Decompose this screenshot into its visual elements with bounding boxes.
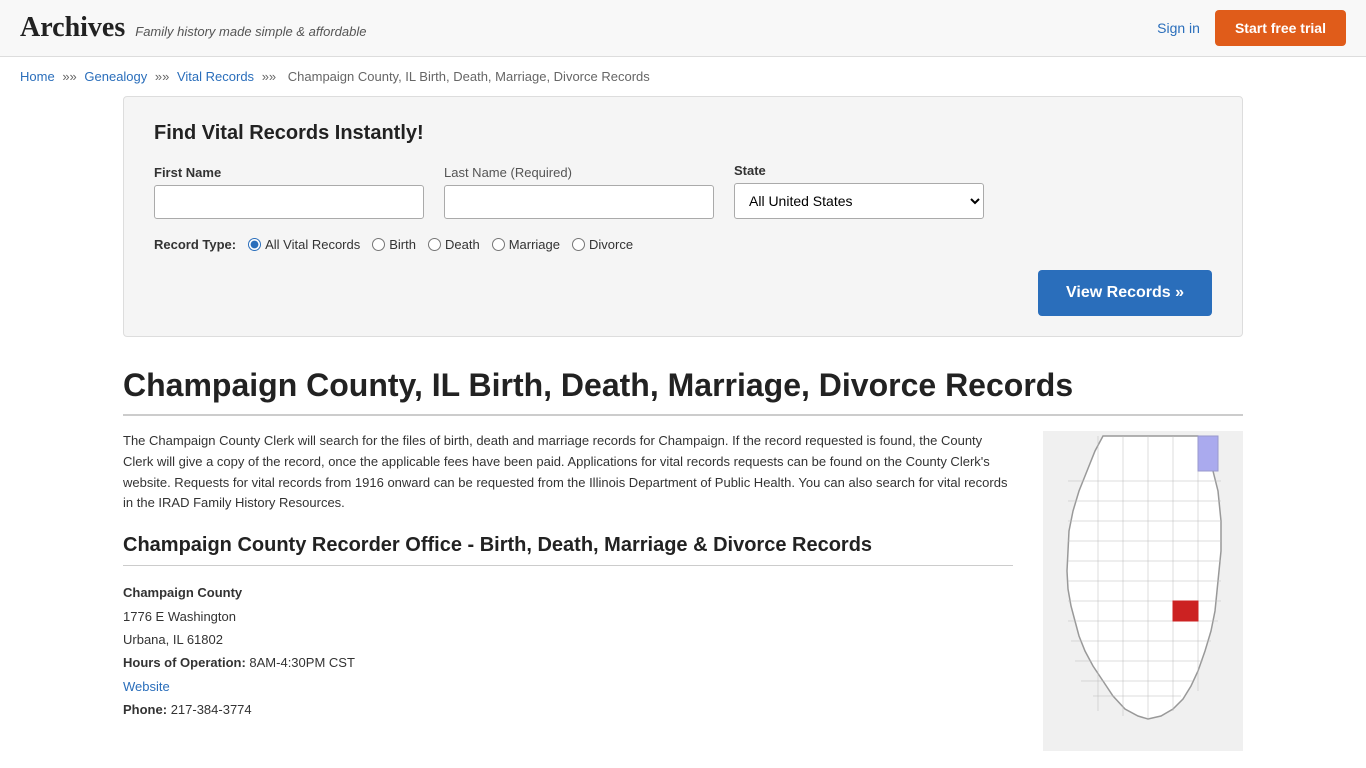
office-phone-value: 217-384-3774 — [171, 702, 252, 717]
brand-tagline: Family history made simple & affordable — [135, 24, 366, 39]
radio-birth-input[interactable] — [372, 238, 385, 251]
record-type-row: Record Type: All Vital Records Birth Dea… — [154, 237, 1212, 252]
radio-birth-label: Birth — [389, 237, 416, 252]
search-title: Find Vital Records Instantly! — [154, 122, 1212, 145]
radio-death[interactable]: Death — [428, 237, 480, 252]
first-name-input[interactable] — [154, 185, 424, 219]
header-actions: Sign in Start free trial — [1157, 10, 1346, 46]
office-website: Website — [123, 675, 1013, 698]
start-trial-button[interactable]: Start free trial — [1215, 10, 1346, 46]
office-hours-label: Hours of Operation: — [123, 655, 246, 670]
radio-birth[interactable]: Birth — [372, 237, 416, 252]
brand-logo: Archives — [20, 12, 125, 44]
map-container — [1043, 431, 1243, 754]
breadcrumb: Home »» Genealogy »» Vital Records »» Ch… — [0, 57, 1366, 96]
last-name-label: Last Name (Required) — [444, 165, 714, 180]
breadcrumb-home[interactable]: Home — [20, 69, 55, 84]
breadcrumb-genealogy[interactable]: Genealogy — [84, 69, 147, 84]
record-type-label: Record Type: — [154, 237, 236, 252]
radio-death-input[interactable] — [428, 238, 441, 251]
search-box: Find Vital Records Instantly! First Name… — [123, 96, 1243, 337]
state-field: State All United States — [734, 163, 984, 219]
section-heading: Champaign County Recorder Office - Birth… — [123, 534, 1013, 566]
page-title: Champaign County, IL Birth, Death, Marri… — [123, 367, 1243, 416]
view-records-button[interactable]: View Records » — [1038, 270, 1212, 316]
main-content: Find Vital Records Instantly! First Name… — [103, 96, 1263, 754]
last-name-input[interactable] — [444, 185, 714, 219]
breadcrumb-current: Champaign County, IL Birth, Death, Marri… — [288, 69, 650, 84]
office-address2: Urbana, IL 61802 — [123, 628, 1013, 651]
search-fields: First Name Last Name (Required) State Al… — [154, 163, 1212, 219]
signin-link[interactable]: Sign in — [1157, 20, 1200, 36]
breadcrumb-sep1: »» — [62, 69, 80, 84]
site-header: Archives Family history made simple & af… — [0, 0, 1366, 57]
state-select[interactable]: All United States — [734, 183, 984, 219]
office-hours-value: 8AM-4:30PM CST — [249, 655, 354, 670]
radio-marriage-label: Marriage — [509, 237, 560, 252]
breadcrumb-sep3: »» — [262, 69, 280, 84]
office-name: Champaign County — [123, 581, 1013, 604]
office-address1: 1776 E Washington — [123, 605, 1013, 628]
first-name-label: First Name — [154, 165, 424, 180]
radio-all-vital-label: All Vital Records — [265, 237, 360, 252]
breadcrumb-vital-records[interactable]: Vital Records — [177, 69, 254, 84]
radio-all-vital[interactable]: All Vital Records — [248, 237, 360, 252]
last-name-field: Last Name (Required) — [444, 165, 714, 219]
radio-all-vital-input[interactable] — [248, 238, 261, 251]
state-label: State — [734, 163, 984, 178]
radio-divorce-label: Divorce — [589, 237, 633, 252]
office-website-link[interactable]: Website — [123, 679, 170, 694]
content-section: The Champaign County Clerk will search f… — [123, 431, 1243, 754]
office-phone-label: Phone: — [123, 702, 167, 717]
illinois-map — [1043, 431, 1243, 751]
radio-marriage-input[interactable] — [492, 238, 505, 251]
content-text: The Champaign County Clerk will search f… — [123, 431, 1013, 754]
office-hours: Hours of Operation: 8AM-4:30PM CST — [123, 651, 1013, 674]
office-info: Champaign County 1776 E Washington Urban… — [123, 581, 1013, 721]
breadcrumb-sep2: »» — [155, 69, 173, 84]
radio-divorce-input[interactable] — [572, 238, 585, 251]
office-phone: Phone: 217-384-3774 — [123, 698, 1013, 721]
radio-divorce[interactable]: Divorce — [572, 237, 633, 252]
first-name-field: First Name — [154, 165, 424, 219]
header-brand: Archives Family history made simple & af… — [20, 12, 366, 44]
radio-death-label: Death — [445, 237, 480, 252]
radio-marriage[interactable]: Marriage — [492, 237, 560, 252]
description-paragraph: The Champaign County Clerk will search f… — [123, 431, 1013, 514]
